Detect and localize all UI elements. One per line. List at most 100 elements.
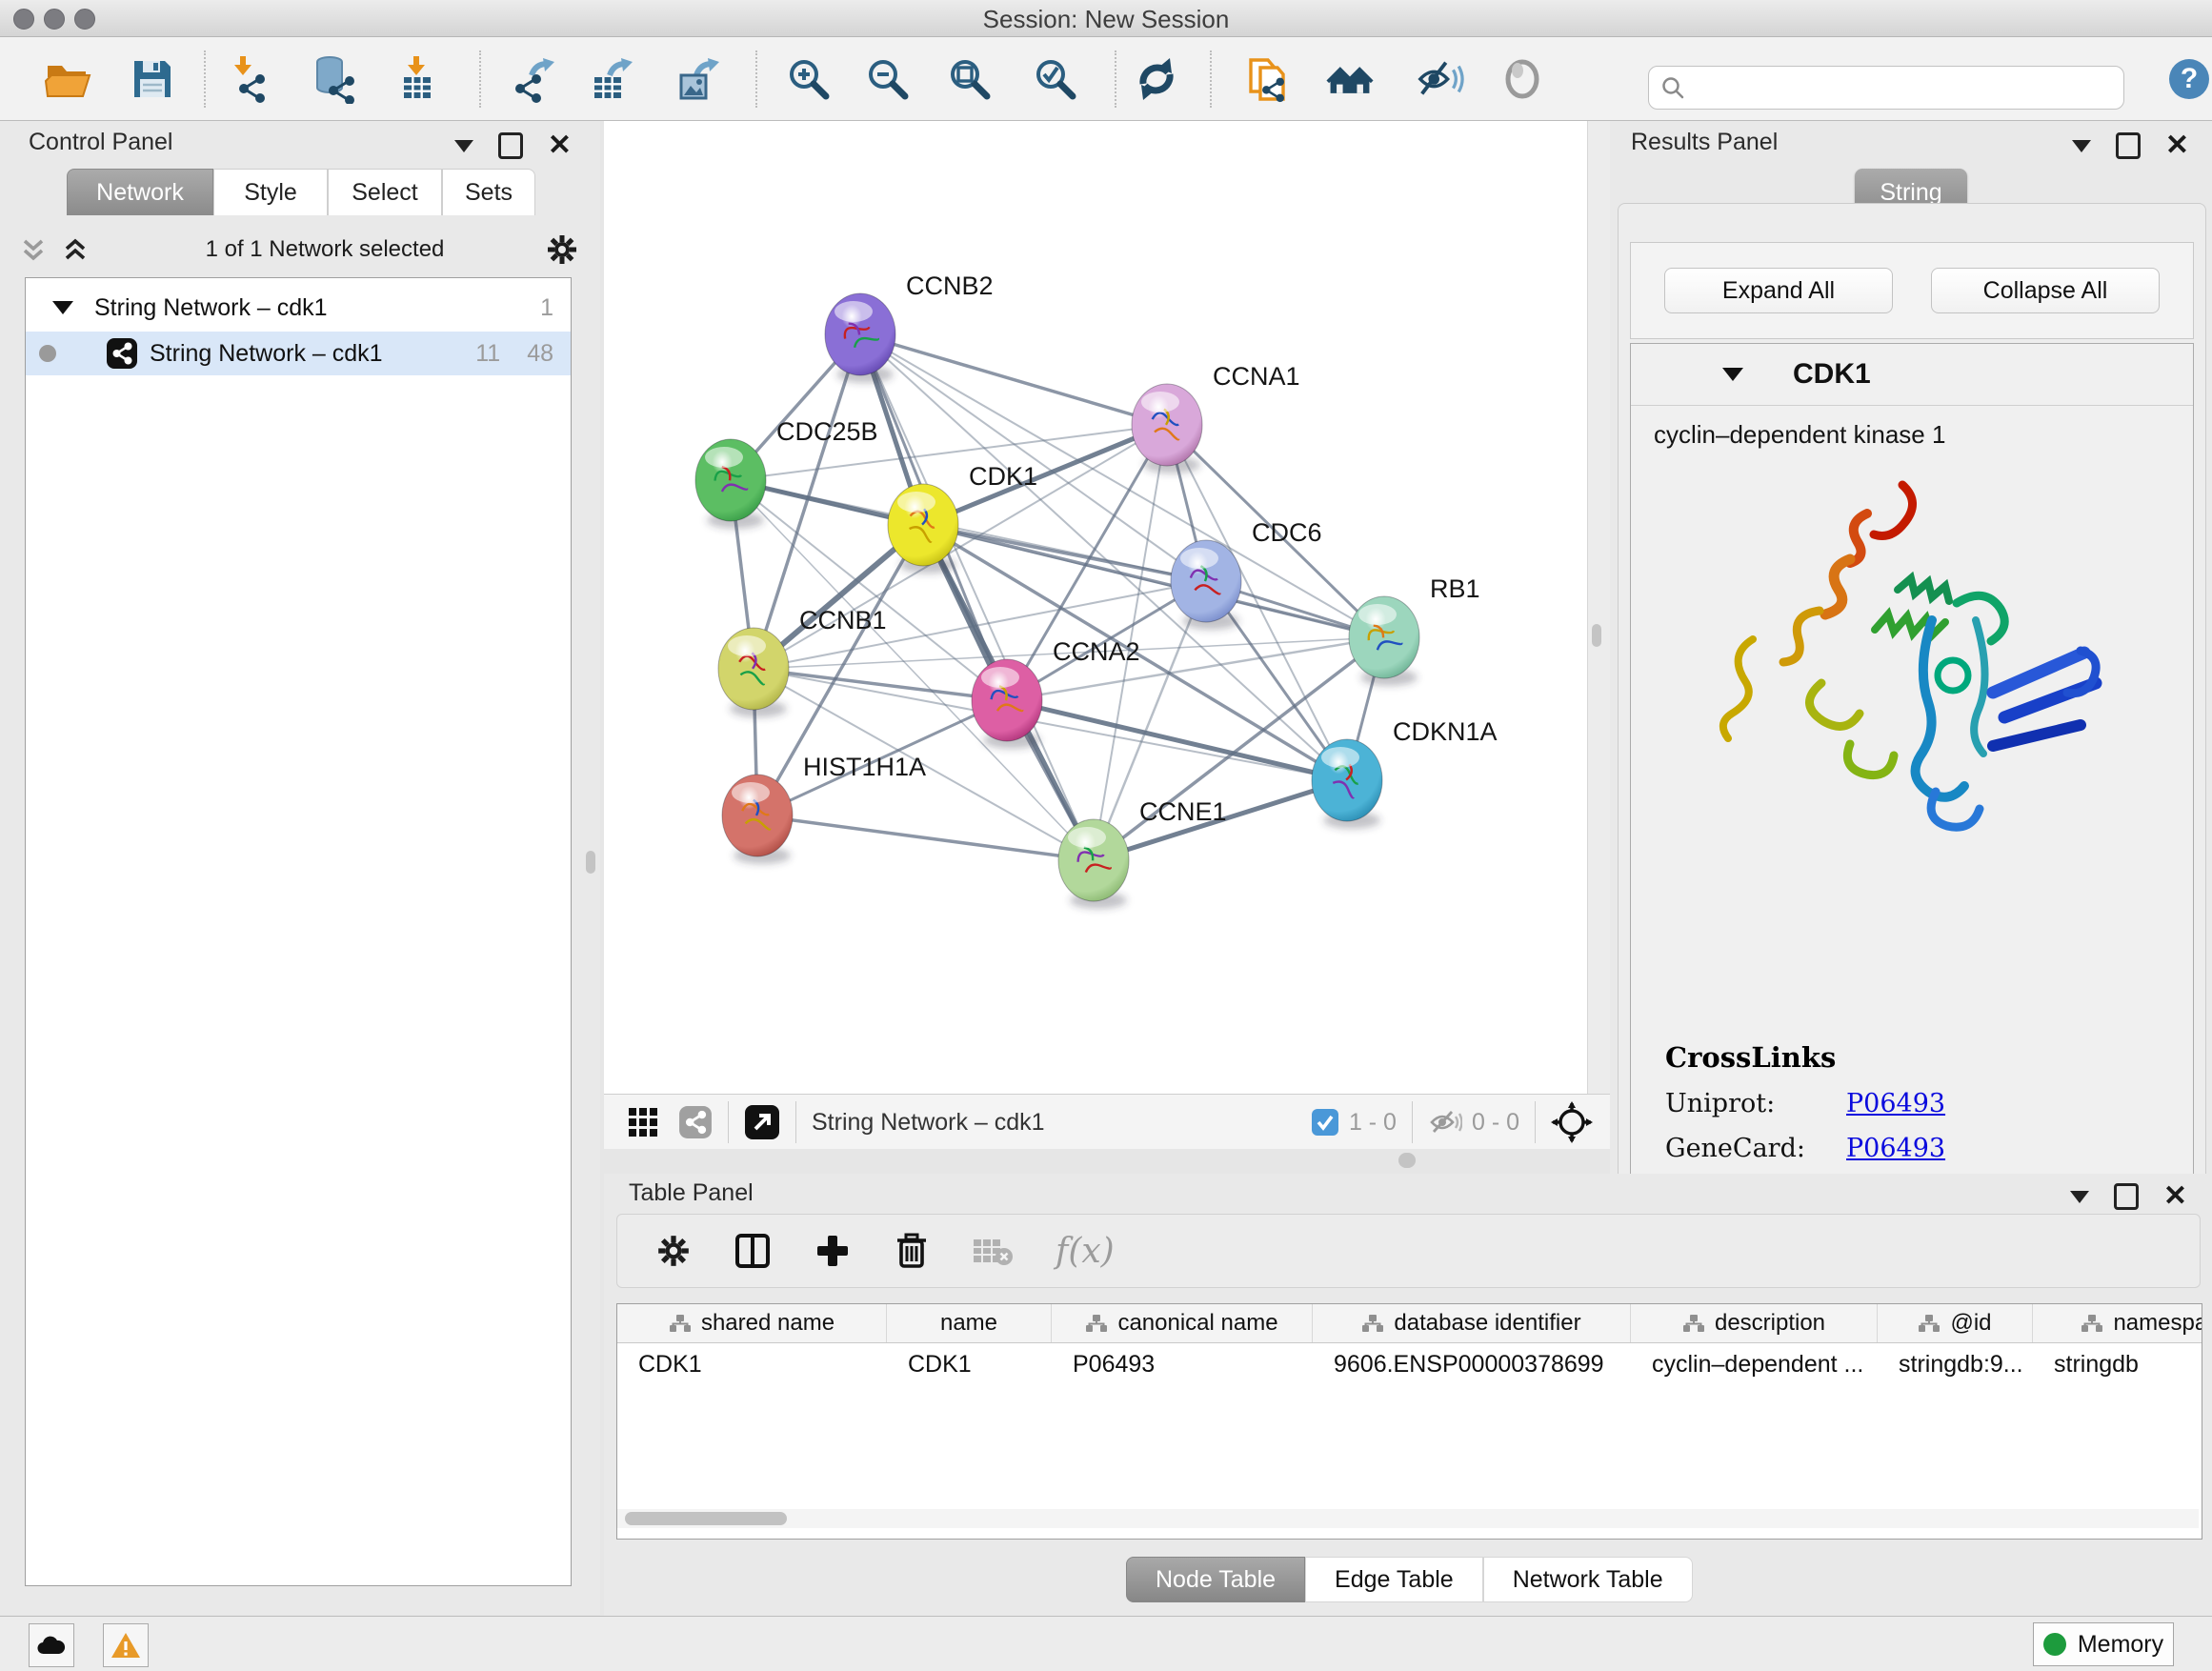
column-header--id[interactable]: @id (1878, 1304, 2033, 1342)
add-column-icon[interactable] (814, 1232, 852, 1270)
table-cell[interactable]: P06493 (1052, 1343, 1313, 1385)
cloud-status-button[interactable] (29, 1623, 74, 1667)
table-cell[interactable]: stringdb:9... (1878, 1343, 2033, 1385)
crosslink-link[interactable]: P06493 (1846, 1134, 1945, 1163)
network-node-cdc25b[interactable] (695, 439, 766, 529)
column-header-namespace[interactable]: namespace (2033, 1304, 2202, 1342)
fit-selected-crosshair-icon[interactable] (1551, 1101, 1593, 1143)
open-session-icon[interactable] (44, 54, 93, 104)
tab-style[interactable]: Style (213, 169, 328, 215)
hscroll-thumb[interactable] (625, 1512, 787, 1525)
network-overview-icon[interactable] (1325, 54, 1375, 104)
tab-network-table[interactable]: Network Table (1483, 1557, 1693, 1602)
zoom-selected-icon[interactable] (1031, 54, 1080, 104)
results-menu-icon[interactable] (2072, 140, 2091, 152)
network-canvas[interactable]: CCNB2 CCNA1 CDC25B CDK1 (604, 121, 1587, 1094)
horizontal-splitter-handle[interactable] (1398, 1153, 1416, 1168)
network-edge[interactable] (860, 334, 1384, 637)
save-session-icon[interactable] (128, 54, 177, 104)
refresh-icon[interactable] (1132, 54, 1181, 104)
network-edge[interactable] (860, 334, 1167, 425)
network-options-gear-icon[interactable] (545, 232, 579, 267)
expand-all-button[interactable]: Expand All (1664, 268, 1893, 313)
table-cell[interactable]: 9606.ENSP00000378699 (1313, 1343, 1631, 1385)
column-header-shared-name[interactable]: shared name (617, 1304, 887, 1342)
string-style-icon[interactable] (678, 1105, 713, 1139)
table-cell[interactable]: stringdb (2033, 1343, 2202, 1385)
column-header-name[interactable]: name (887, 1304, 1052, 1342)
table-menu-icon[interactable] (2070, 1191, 2089, 1203)
zoom-out-icon[interactable] (863, 54, 913, 104)
results-float-icon[interactable] (2116, 132, 2141, 159)
table-cell[interactable]: cyclin–dependent ... (1631, 1343, 1878, 1385)
import-database-icon[interactable] (309, 54, 358, 104)
hidden-eye-icon[interactable] (1428, 1108, 1462, 1137)
node-table[interactable]: shared namenamecanonical namedatabase id… (616, 1303, 2202, 1540)
network-edge[interactable] (757, 815, 1094, 860)
network-node-cdk1[interactable] (888, 484, 958, 574)
search-box[interactable] (1648, 66, 2124, 110)
network-node-ccnb2[interactable] (825, 293, 895, 383)
column-header-database-identifier[interactable]: database identifier (1313, 1304, 1631, 1342)
tab-select[interactable]: Select (328, 169, 442, 215)
zoom-in-icon[interactable] (784, 54, 834, 104)
expand-all-icon[interactable] (63, 235, 88, 264)
clone-network-icon[interactable] (1243, 54, 1293, 104)
search-input[interactable] (1693, 73, 2112, 102)
network-node-cdkn1a[interactable] (1312, 739, 1382, 829)
panel-float-icon[interactable] (498, 132, 523, 159)
network-node-ccna2[interactable] (972, 659, 1042, 749)
left-splitter-handle[interactable] (586, 851, 595, 874)
right-splitter-handle[interactable] (1592, 624, 1601, 647)
export-table-icon[interactable] (587, 54, 636, 104)
export-image-icon[interactable] (674, 54, 723, 104)
hide-show-icon[interactable] (1415, 54, 1464, 104)
delete-column-trash-icon[interactable] (894, 1232, 930, 1270)
export-network-icon[interactable] (509, 54, 558, 104)
section-collapse-icon[interactable] (1722, 368, 1743, 381)
network-collection-row[interactable]: String Network – cdk1 1 (26, 286, 571, 330)
panel-menu-icon[interactable] (454, 140, 473, 152)
table-row[interactable]: CDK1CDK1P064939606.ENSP00000378699cyclin… (617, 1343, 2202, 1385)
network-node-ccna1[interactable] (1132, 384, 1202, 473)
help-button[interactable]: ? (2164, 54, 2212, 104)
warning-status-button[interactable] (103, 1623, 149, 1667)
results-close-icon[interactable]: ✕ (2165, 135, 2189, 156)
birdseye-view-icon[interactable] (744, 1104, 780, 1140)
tab-node-table[interactable]: Node Table (1126, 1557, 1305, 1602)
collapse-all-button[interactable]: Collapse All (1931, 268, 2160, 313)
network-node-ccne1[interactable] (1058, 819, 1129, 909)
network-splitter[interactable] (1587, 121, 1611, 1094)
column-header-description[interactable]: description (1631, 1304, 1878, 1342)
tab-sets[interactable]: Sets (442, 169, 535, 215)
import-table-icon[interactable] (394, 54, 444, 104)
tab-edge-table[interactable]: Edge Table (1305, 1557, 1483, 1602)
crosslink-link[interactable]: P06493 (1846, 1089, 1945, 1118)
highlight-icon[interactable] (1498, 54, 1547, 104)
table-settings-gear-icon[interactable] (655, 1233, 692, 1269)
memory-button[interactable]: Memory (2033, 1622, 2174, 1666)
grid-view-icon[interactable] (627, 1106, 659, 1138)
network-node-ccnb1[interactable] (718, 628, 789, 717)
network-row-selected[interactable]: String Network – cdk1 11 48 (26, 332, 571, 375)
network-edge[interactable] (1007, 700, 1347, 780)
panel-close-icon[interactable]: ✕ (548, 135, 572, 156)
collapse-all-icon[interactable] (21, 235, 46, 264)
table-cell[interactable]: CDK1 (887, 1343, 1052, 1385)
column-header-canonical-name[interactable]: canonical name (1052, 1304, 1313, 1342)
selected-checkbox-icon[interactable] (1311, 1108, 1339, 1137)
import-network-icon[interactable] (227, 54, 276, 104)
table-cell[interactable]: CDK1 (617, 1343, 887, 1385)
network-edge[interactable] (754, 669, 1007, 700)
show-columns-icon[interactable] (734, 1232, 772, 1270)
table-float-icon[interactable] (2114, 1183, 2139, 1210)
zoom-fit-icon[interactable] (945, 54, 995, 104)
network-node-rb1[interactable] (1349, 596, 1419, 686)
tree-expand-icon[interactable] (52, 301, 73, 314)
network-node-hist1h1a[interactable] (722, 775, 793, 864)
network-node-cdc6[interactable] (1171, 540, 1241, 630)
table-close-icon[interactable]: ✕ (2163, 1186, 2187, 1207)
network-edge[interactable] (860, 334, 1094, 860)
tab-network[interactable]: Network (67, 169, 213, 215)
table-hscrollbar[interactable] (617, 1509, 2199, 1528)
